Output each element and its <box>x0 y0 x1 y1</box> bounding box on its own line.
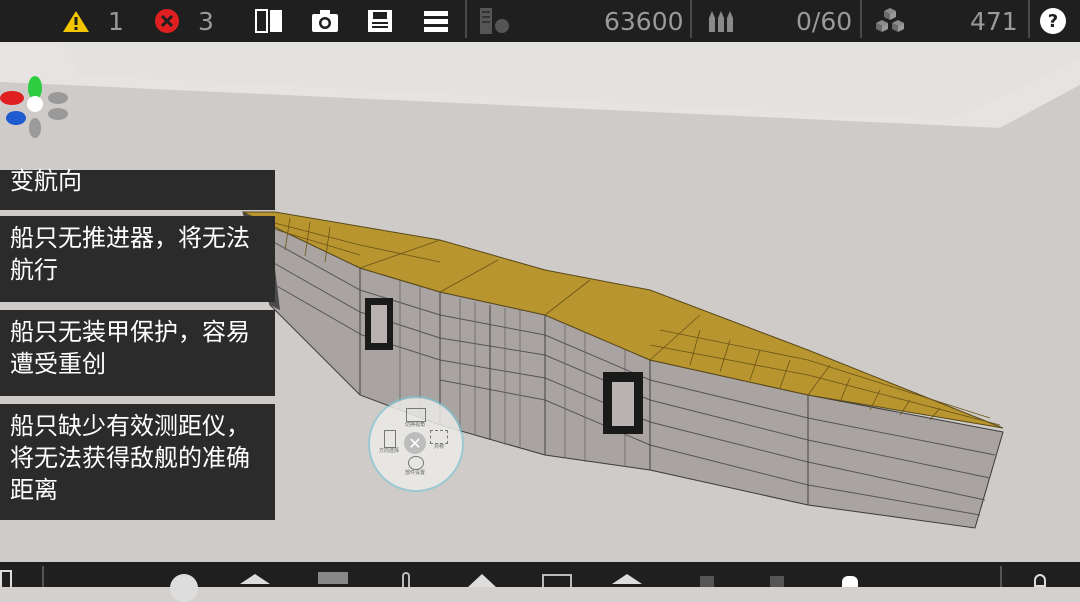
stack-icon[interactable] <box>318 572 348 584</box>
info-icon[interactable] <box>170 574 198 602</box>
menu-button[interactable] <box>422 0 450 42</box>
direction-icon[interactable] <box>384 430 396 448</box>
scale-icon[interactable] <box>542 574 572 587</box>
close-icon[interactable]: ✕ <box>404 432 426 454</box>
deck-layer-icon[interactable] <box>612 574 642 584</box>
radial-context-menu[interactable]: 切换视角 方向选择 ✕ 对称 部件设置 <box>370 398 462 490</box>
radial-left-label: 方向选择 <box>378 448 399 454</box>
warning-message-0: 变航向 <box>0 169 275 210</box>
ammo-indicator <box>706 0 738 42</box>
help-icon: ? <box>1040 8 1066 34</box>
layers-icon[interactable] <box>240 574 270 584</box>
parts-indicator <box>874 0 906 42</box>
top-toolbar: 1 3 63600 0/60 471 ? <box>0 0 1080 42</box>
orientation-gizmo-icon[interactable] <box>0 66 75 146</box>
frame-icon[interactable] <box>0 570 12 587</box>
crane-icon[interactable] <box>402 572 410 587</box>
warning-message-1: 船只无推进器，将无法航行 <box>0 216 275 302</box>
warning-triangle-icon <box>63 11 89 32</box>
ammo-shells-icon <box>709 11 733 32</box>
parts-cubes-icon <box>876 8 904 32</box>
split-view-icon <box>255 9 282 33</box>
save-button[interactable] <box>366 0 394 42</box>
warning-message-2: 船只无装甲保护，容易遭受重创 <box>0 310 275 396</box>
parts-count: 471 <box>970 0 1018 42</box>
part-settings-icon[interactable] <box>408 456 424 470</box>
cost-value: 63600 <box>604 6 684 36</box>
mirror-right-icon[interactable] <box>770 576 784 587</box>
parts-value: 471 <box>970 6 1018 36</box>
anchor-icon[interactable] <box>1034 574 1046 587</box>
tool-selected-icon[interactable] <box>842 576 858 587</box>
radial-top-label: 切换视角 <box>404 422 425 428</box>
warning-message-3: 船只缺少有效测距仪，将无法获得敌舰的准确距离 <box>0 404 275 520</box>
symmetry-icon[interactable] <box>430 430 448 444</box>
split-view-button[interactable] <box>254 0 284 42</box>
save-disk-icon <box>368 10 392 32</box>
errors-indicator[interactable]: 3 <box>154 0 214 42</box>
warnings-count: 1 <box>108 6 124 36</box>
move-up-icon[interactable] <box>468 574 496 587</box>
mirror-left-icon[interactable] <box>700 576 714 587</box>
errors-count: 3 <box>198 6 214 36</box>
ammo-value: 0/60 <box>796 6 853 36</box>
cost-indicator: 63600 <box>604 0 684 42</box>
weight-indicator <box>476 0 512 42</box>
switch-view-icon[interactable] <box>406 408 426 422</box>
radial-bottom-label: 部件设置 <box>404 470 425 476</box>
ammo-count: 0/60 <box>796 0 852 42</box>
error-circle-icon <box>155 9 179 33</box>
menu-list-icon <box>424 11 448 32</box>
bottom-toolbar <box>0 562 1080 602</box>
hull-weight-icon <box>480 8 509 34</box>
camera-icon <box>312 10 338 32</box>
help-button[interactable]: ? <box>1040 0 1066 42</box>
screenshot-button[interactable] <box>310 0 340 42</box>
warnings-indicator[interactable]: 1 <box>62 0 124 42</box>
radial-right-label: 对称 <box>433 444 444 450</box>
